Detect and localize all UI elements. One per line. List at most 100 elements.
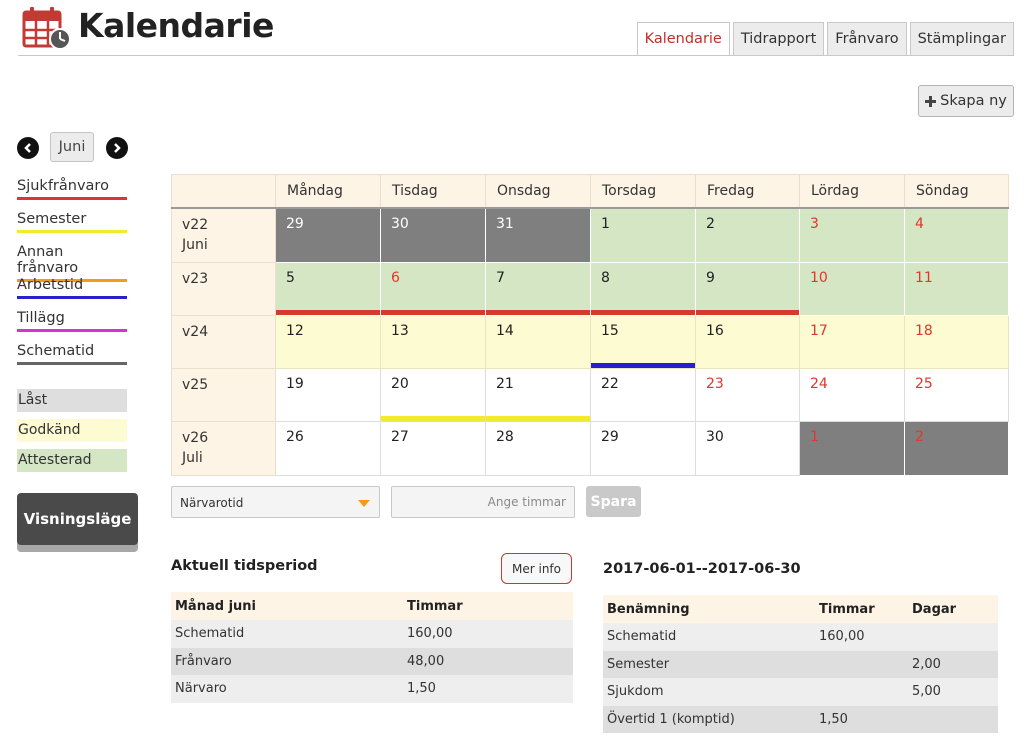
- calendar-day-cell[interactable]: 30: [695, 420, 800, 476]
- day-number: 15: [601, 322, 619, 339]
- week-month: Juli: [182, 449, 203, 466]
- table-header-row: Månad juni Timmar: [171, 592, 573, 620]
- calendar-day-cell[interactable]: 8: [590, 261, 696, 316]
- day-number: 20: [391, 375, 409, 392]
- calendar-day-cell[interactable]: 26: [275, 420, 381, 476]
- range-table: Benämning Timmar Dagar Schematid 160,00 Semes…: [603, 595, 998, 733]
- calendar-day-cell[interactable]: 31: [485, 207, 591, 263]
- calendar-day-cell[interactable]: 24: [799, 367, 905, 422]
- tab-bar: Kalendarie Tidrapport Frånvaro Stämpling…: [636, 22, 1014, 56]
- table-row: Sjukdom 5,00: [603, 678, 998, 706]
- table-cell: Sjukdom: [603, 678, 815, 706]
- day-number: 24: [810, 375, 828, 392]
- column-header: Timmar: [403, 592, 573, 620]
- hours-input[interactable]: [391, 486, 575, 518]
- chevron-left-icon[interactable]: [17, 137, 39, 159]
- day-number: 31: [496, 215, 514, 232]
- day-number: 29: [601, 428, 619, 445]
- calendar-day-cell[interactable]: 13: [380, 314, 486, 369]
- tab-franvaro[interactable]: Frånvaro: [827, 22, 907, 56]
- more-info-button[interactable]: Mer info: [501, 553, 572, 584]
- legend-label: Tillägg: [17, 310, 65, 326]
- legend-color-bar: [17, 362, 127, 365]
- day-activity-marker: [591, 309, 695, 315]
- table-cell: 2,00: [908, 650, 998, 678]
- calendar-day-cell[interactable]: 29: [275, 207, 381, 263]
- calendar-day-cell[interactable]: 19: [275, 367, 381, 422]
- legend-label: Sjukfrånvaro: [17, 178, 109, 194]
- save-button[interactable]: Spara: [586, 486, 641, 517]
- day-header-onsdag: Onsdag: [485, 174, 591, 209]
- calendar-day-cell[interactable]: 11: [904, 261, 1009, 316]
- calendar-day-cell[interactable]: 10: [799, 261, 905, 316]
- legend-item-schematid: Schematid: [17, 341, 127, 374]
- calendar-day-cell[interactable]: 14: [485, 314, 591, 369]
- tab-kalendarie[interactable]: Kalendarie: [636, 22, 730, 56]
- calendar-day-cell[interactable]: 2: [695, 207, 800, 263]
- calendar-week-row: v24 12 13 14 15 16 17 18: [171, 314, 1009, 369]
- day-number: 8: [601, 269, 610, 286]
- calendar-day-cell[interactable]: 30: [380, 207, 486, 263]
- table-cell: Schematid: [171, 620, 403, 648]
- calendar-day-cell[interactable]: 1: [590, 207, 696, 263]
- view-mode-button[interactable]: Visningsläge: [17, 493, 138, 545]
- status-godkand: Godkänd: [17, 419, 127, 442]
- table-cell: Närvaro: [171, 675, 403, 703]
- day-number: 16: [706, 322, 724, 339]
- calendar-day-cell[interactable]: 21: [485, 367, 591, 422]
- calendar-day-cell[interactable]: 7: [485, 261, 591, 316]
- table-cell: 5,00: [908, 678, 998, 706]
- calendar-day-cell[interactable]: 6: [380, 261, 486, 316]
- week-header: [171, 174, 276, 209]
- legend-label: Annan frånvaro: [17, 244, 79, 276]
- legend-item-annan-franvaro: Annan frånvaro: [17, 242, 127, 282]
- day-number: 11: [915, 269, 933, 286]
- column-header: Dagar: [908, 595, 998, 623]
- day-header-torsdag: Torsdag: [590, 174, 696, 209]
- calendar-day-cell[interactable]: 16: [695, 314, 800, 369]
- calendar-day-cell[interactable]: 27: [380, 420, 486, 476]
- column-header: Benämning: [603, 595, 815, 623]
- day-number: 10: [810, 269, 828, 286]
- calendar-day-cell[interactable]: 9: [695, 261, 800, 316]
- day-number: 17: [810, 322, 828, 339]
- day-activity-marker: [381, 415, 485, 421]
- calendar-day-cell[interactable]: 2: [904, 420, 1009, 476]
- calendar-day-cell[interactable]: 15: [590, 314, 696, 369]
- day-number: 26: [286, 428, 304, 445]
- week-number: v24: [182, 323, 209, 340]
- day-number: 12: [286, 322, 304, 339]
- table-row: Närvaro 1,50: [171, 675, 573, 703]
- calendar-week-row: v22 Juni 29 30 31 1 2 3 4: [171, 207, 1009, 263]
- chevron-right-icon[interactable]: [106, 137, 128, 159]
- calendar-day-cell[interactable]: 1: [799, 420, 905, 476]
- calendar-day-cell[interactable]: 28: [485, 420, 591, 476]
- calendar-day-cell[interactable]: 23: [695, 367, 800, 422]
- day-number: 6: [391, 269, 400, 286]
- time-type-select[interactable]: Närvarotid: [171, 486, 380, 518]
- calendar-day-cell[interactable]: 4: [904, 207, 1009, 263]
- month-selector[interactable]: Juni: [50, 132, 94, 162]
- table-cell: 160,00: [815, 623, 908, 651]
- calendar-day-cell[interactable]: 20: [380, 367, 486, 422]
- day-activity-marker: [486, 309, 590, 315]
- tab-stamplingar[interactable]: Stämplingar: [909, 22, 1014, 56]
- calendar-day-cell[interactable]: 17: [799, 314, 905, 369]
- plus-icon: [925, 95, 937, 107]
- calendar-day-cell[interactable]: 5: [275, 261, 381, 316]
- tab-tidrapport[interactable]: Tidrapport: [732, 22, 825, 56]
- calendar-day-cell[interactable]: 22: [590, 367, 696, 422]
- day-number: 22: [601, 375, 619, 392]
- calendar-day-cell[interactable]: 29: [590, 420, 696, 476]
- calendar-day-cell[interactable]: 25: [904, 367, 1009, 422]
- day-number: 29: [286, 215, 304, 232]
- create-new-button[interactable]: Skapa ny: [918, 85, 1014, 117]
- calendar-day-cell[interactable]: 12: [275, 314, 381, 369]
- calendar-day-cell[interactable]: 3: [799, 207, 905, 263]
- legend-label: Semester: [17, 211, 87, 227]
- header-divider: [18, 55, 1014, 56]
- calendar-day-cell[interactable]: 18: [904, 314, 1009, 369]
- table-cell: 1,50: [815, 705, 908, 733]
- week-number: v25: [182, 376, 209, 393]
- table-row: Semester 2,00: [603, 650, 998, 678]
